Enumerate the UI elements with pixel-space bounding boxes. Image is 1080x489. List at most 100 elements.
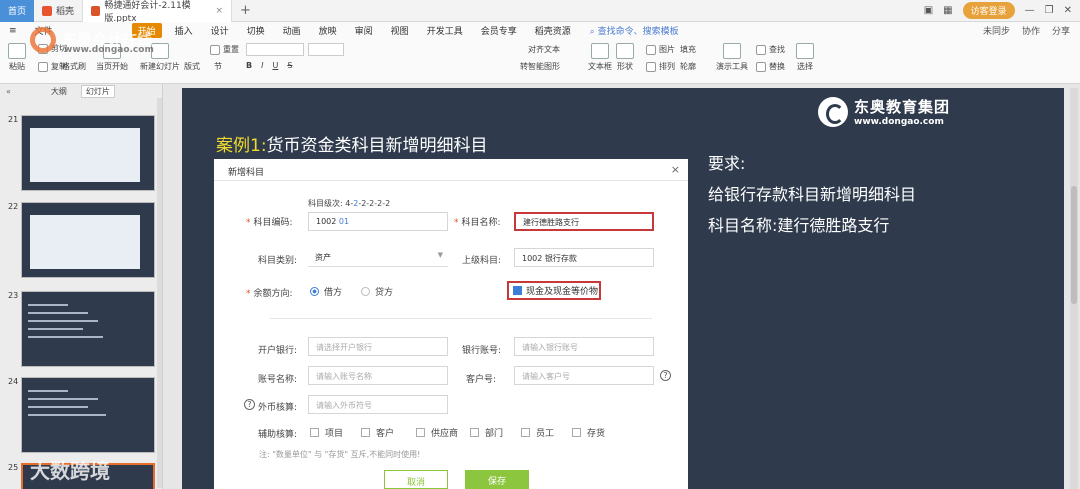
share-button[interactable]: 分享 [1052, 24, 1070, 37]
strikethrough-button[interactable]: S [287, 61, 292, 70]
format-painter-label: 格式刷 [62, 62, 86, 71]
aux-customer-checkbox[interactable]: 客户 [361, 426, 394, 439]
account-holder-input[interactable]: 请输入账号名称 [308, 366, 448, 385]
italic-button[interactable]: I [261, 61, 263, 70]
replace-button[interactable]: 替换 [756, 61, 785, 72]
slide-number: 21 [8, 115, 19, 124]
slide-thumbnail-image [21, 291, 155, 367]
tab-file-label: 畅捷通好会计-2.11模版.pptx [104, 0, 191, 24]
aux-department-checkbox[interactable]: 部门 [470, 426, 503, 439]
customer-number-label: 客户号: [466, 375, 497, 385]
scrollbar-thumb[interactable] [1071, 186, 1077, 304]
account-holder-label: 账号名称: [258, 375, 298, 385]
tab-docer[interactable]: 稻壳 [34, 0, 82, 22]
account-name-input[interactable]: 建行德胜路支行 [514, 212, 654, 231]
required-marker: * [246, 289, 251, 299]
collaborate-button[interactable]: 协作 [1022, 24, 1040, 37]
level-hint-prefix: 科目级次: 4- [308, 199, 354, 208]
font-family-select[interactable] [246, 43, 304, 56]
select-button[interactable]: 选择 [796, 43, 814, 72]
cash-equivalent-checkbox[interactable]: 现金及现金等价物 [507, 281, 601, 300]
aux-inventory-checkbox[interactable]: 存货 [572, 426, 605, 439]
picture-label: 图片 [659, 45, 675, 54]
arrange-label: 排列 [659, 62, 675, 71]
checkbox-icon [361, 428, 370, 437]
grid-icon[interactable]: ▦ [943, 5, 952, 16]
aux-employee-label: 员工 [536, 429, 555, 439]
collapse-panel-icon[interactable]: « [6, 87, 11, 96]
account-code-input[interactable]: 1002 01 [308, 212, 448, 231]
aux-employee-checkbox[interactable]: 员工 [521, 426, 554, 439]
new-tab-button[interactable]: + [232, 3, 259, 18]
menu-slideshow[interactable]: 放映 [310, 24, 346, 37]
menu-review[interactable]: 审阅 [346, 24, 382, 37]
help-icon[interactable]: ? [660, 370, 671, 381]
section-button[interactable]: 节 [214, 61, 222, 72]
credit-radio[interactable]: 贷方 [361, 285, 393, 298]
debit-radio[interactable]: 借方 [310, 285, 342, 298]
close-window-icon[interactable]: ✕ [1064, 5, 1072, 16]
tab-active-file[interactable]: 畅捷通好会计-2.11模版.pptx × [82, 0, 233, 24]
shape-button[interactable]: 形状 [616, 43, 634, 72]
add-account-dialog: 新增科目 × 科目级次: 4-2-2-2-2-2 * 科目编码: 1002 01 … [214, 159, 688, 489]
menu-animation[interactable]: 动画 [274, 24, 310, 37]
cancel-button[interactable]: 取消 [384, 470, 448, 489]
hamburger-icon[interactable]: ≡ [0, 26, 26, 36]
maximize-icon[interactable]: ❐ [1045, 5, 1054, 16]
parent-account-field[interactable]: 1002 银行存款 [514, 248, 654, 267]
picture-button[interactable]: 图片 [646, 44, 675, 55]
save-button[interactable]: 保存 [465, 470, 529, 489]
foreign-currency-input[interactable]: 请输入外币符号 [308, 395, 448, 414]
aux-supplier-checkbox[interactable]: 供应商 [416, 426, 458, 439]
minimize-icon[interactable]: — [1025, 5, 1035, 16]
slide-canvas[interactable]: 东奥教育集团 www.dongao.com 案例1:货币资金类科目新增明细科目 … [182, 88, 1064, 489]
close-tab-icon[interactable]: × [215, 6, 223, 16]
balance-direction-label: * 余额方向: [246, 286, 293, 299]
menu-design[interactable]: 设计 [202, 24, 238, 37]
picture-icon [646, 44, 656, 55]
editor-scrollbar[interactable] [1070, 88, 1078, 489]
dialog-close-icon[interactable]: × [671, 163, 680, 176]
aux-supplier-label: 供应商 [431, 429, 459, 439]
paste-button[interactable]: 粘贴 [8, 43, 26, 72]
fill-label: 填充 [680, 45, 696, 54]
tab-slides[interactable]: 幻灯片 [80, 84, 115, 98]
menu-view[interactable]: 视图 [382, 24, 418, 37]
find-button[interactable]: 查找 [756, 44, 785, 55]
tab-outline[interactable]: 大纲 [51, 86, 67, 97]
thumbnail-text-line [28, 304, 68, 306]
account-category-select[interactable]: 资产 ▼ [308, 248, 448, 267]
fill-button[interactable]: 填充 [680, 44, 696, 55]
bank-select[interactable]: 请选择开户银行 [308, 337, 448, 356]
menu-transition[interactable]: 切换 [238, 24, 274, 37]
help-icon[interactable]: ? [244, 399, 255, 410]
presenter-tools-button[interactable]: 演示工具 [716, 43, 748, 72]
menu-developer[interactable]: 开发工具 [418, 24, 472, 37]
menu-member[interactable]: 会员专享 [472, 24, 526, 37]
reset-button[interactable]: 重置 [210, 44, 239, 55]
thumbnail-text-line [28, 414, 106, 416]
balance-direction-label-text: 余额方向: [253, 289, 293, 299]
command-search[interactable]: ⌕ 查找命令、搜索模板 [590, 24, 679, 37]
sync-status[interactable]: 未同步 [983, 24, 1010, 37]
account-number-input[interactable]: 请输入银行账号 [514, 337, 654, 356]
menu-insert[interactable]: 插入 [166, 24, 202, 37]
format-painter-button[interactable]: 格式刷 [62, 61, 86, 72]
login-button[interactable]: 访客登录 [962, 2, 1015, 19]
bold-button[interactable]: B [246, 61, 252, 70]
font-size-select[interactable] [308, 43, 344, 56]
arrange-button[interactable]: 排列 [646, 61, 675, 72]
tab-home[interactable]: 首页 [0, 0, 34, 22]
customer-number-input[interactable]: 请输入客户号 [514, 366, 654, 385]
underline-button[interactable]: U [272, 61, 278, 70]
align-text-button[interactable]: 对齐文本 [528, 44, 560, 55]
layout-button[interactable]: 版式 [184, 61, 200, 72]
arrange-icon [646, 61, 656, 72]
menu-docer[interactable]: 稻壳资源 [526, 24, 580, 37]
layout-icon[interactable]: ▣ [924, 5, 933, 16]
outline-button[interactable]: 轮廓 [680, 61, 696, 72]
panel-scrollbar[interactable] [157, 98, 162, 488]
convert-smartart-button[interactable]: 转智能图形 [520, 61, 560, 72]
aux-project-checkbox[interactable]: 项目 [310, 426, 343, 439]
textbox-button[interactable]: 文本框 [588, 43, 612, 72]
